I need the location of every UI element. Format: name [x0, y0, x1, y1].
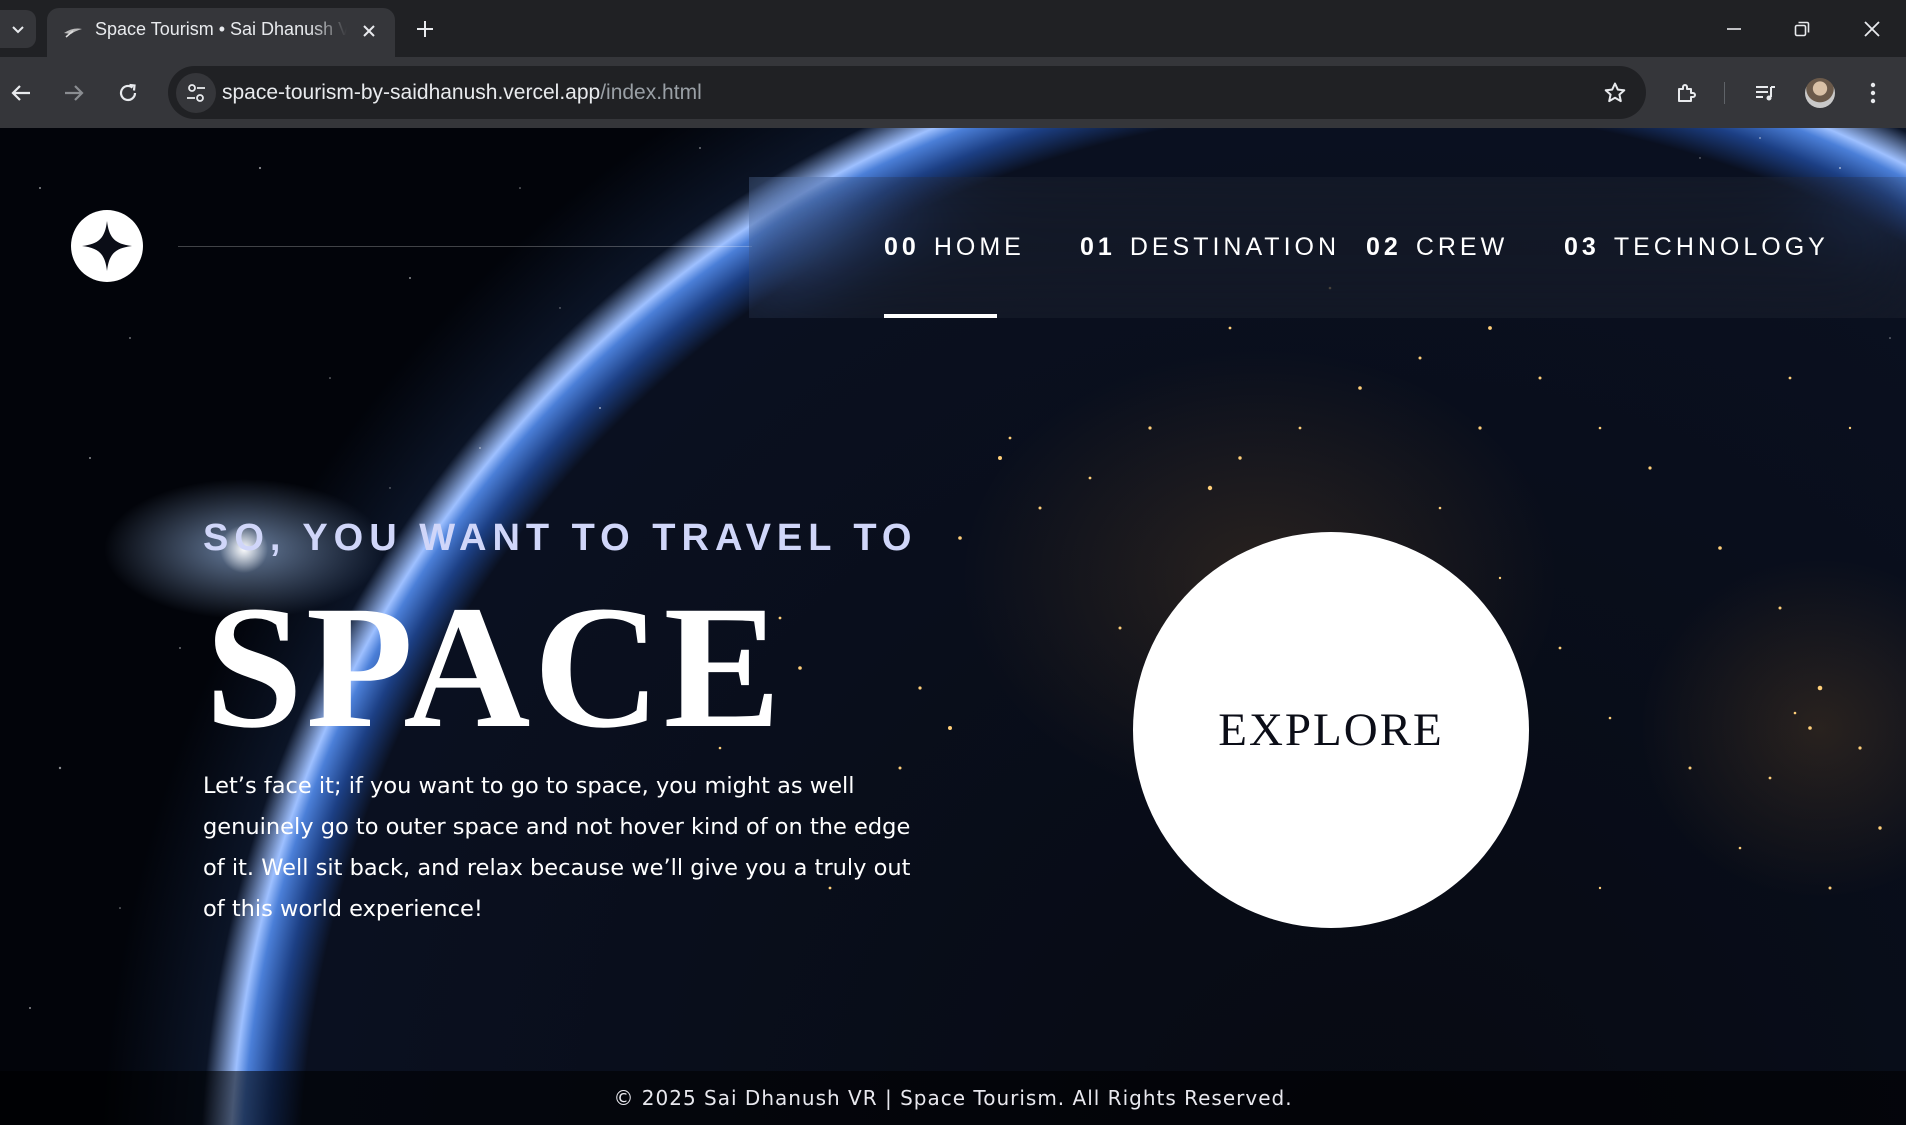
arrow-left-icon: [11, 85, 30, 101]
toolbar-separator: [1724, 82, 1725, 104]
nav-item-crew[interactable]: 02 CREW: [1366, 177, 1508, 318]
browser-tab-bar: Space Tourism • Sai Dhanush VR: [0, 0, 1906, 57]
bookmark-button[interactable]: [1600, 78, 1630, 108]
page-footer: © 2025 Sai Dhanush VR | Space Tourism. A…: [0, 1071, 1906, 1125]
nav-number: 03: [1564, 233, 1600, 261]
back-button[interactable]: [1, 73, 41, 113]
nav-number: 02: [1366, 233, 1402, 261]
nav-label: CREW: [1415, 233, 1509, 261]
nav-item-home[interactable]: 00 HOME: [884, 177, 1025, 318]
nav-label: HOME: [933, 233, 1025, 261]
url-path: /index.html: [600, 81, 702, 104]
url-text[interactable]: space-tourism-by-saidhanush.vercel.app/i…: [222, 66, 702, 119]
more-vert-icon: [1870, 82, 1876, 104]
restore-button[interactable]: [1768, 0, 1836, 57]
nav-number: 00: [884, 233, 920, 261]
reload-button[interactable]: [108, 73, 148, 113]
restore-icon: [1794, 21, 1810, 36]
reload-icon: [119, 83, 137, 102]
explore-button[interactable]: EXPLORE: [1133, 532, 1529, 928]
header-divider: [178, 246, 752, 247]
favicon-icon: [64, 28, 82, 38]
hero-description: Let’s face it; if you want to go to spac…: [203, 773, 911, 922]
close-icon: [363, 25, 375, 37]
primary-nav: 00 HOME 01 DESTINATION 02 CREW 03 TECHNO…: [749, 177, 1906, 318]
site-info-button[interactable]: [176, 73, 216, 113]
nav-number: 01: [1080, 233, 1116, 261]
tune-icon: [187, 84, 205, 102]
nav-item-destination[interactable]: 01 DESTINATION: [1080, 177, 1340, 318]
puzzle-icon: [1678, 84, 1696, 102]
star-icon: [1604, 82, 1626, 103]
tab-search-button[interactable]: [0, 10, 36, 48]
browser-tab[interactable]: Space Tourism • Sai Dhanush VR: [47, 8, 395, 57]
tab-close-button[interactable]: [357, 19, 381, 43]
close-window-button[interactable]: [1838, 0, 1906, 57]
url-host: space-tourism-by-saidhanush.vercel.app: [222, 81, 601, 104]
hero-eyebrow: SO, YOU WANT TO TRAVEL TO: [203, 517, 918, 559]
chevron-down-icon: [12, 26, 24, 34]
arrow-right-icon: [65, 85, 84, 101]
hero-title: SPACE: [205, 570, 784, 765]
browser-toolbar: space-tourism-by-saidhanush.vercel.app/i…: [0, 57, 1906, 128]
plus-icon: [417, 21, 433, 37]
profile-avatar[interactable]: [1805, 78, 1835, 108]
extensions-button[interactable]: [1667, 73, 1707, 113]
page-viewport: 00 HOME 01 DESTINATION 02 CREW 03 TECHNO…: [0, 128, 1906, 1125]
minimize-icon: [1727, 27, 1741, 30]
playlist-icon: [1756, 86, 1775, 101]
tab-title: Space Tourism • Sai Dhanush VR: [95, 19, 347, 39]
forward-button[interactable]: [54, 73, 94, 113]
new-tab-button[interactable]: [408, 12, 442, 46]
browser-menu-button[interactable]: [1853, 73, 1893, 113]
close-icon: [1864, 20, 1880, 37]
address-bar[interactable]: space-tourism-by-saidhanush.vercel.app/i…: [168, 66, 1646, 119]
footer-text: © 2025 Sai Dhanush VR | Space Tourism. A…: [613, 1086, 1293, 1110]
site-logo[interactable]: [71, 210, 143, 282]
minimize-button[interactable]: [1700, 0, 1768, 57]
nav-label: DESTINATION: [1129, 233, 1341, 261]
nav-label: TECHNOLOGY: [1613, 233, 1829, 261]
star-logo-icon: [82, 221, 132, 271]
media-control-button[interactable]: [1745, 73, 1785, 113]
nav-item-technology[interactable]: 03 TECHNOLOGY: [1564, 177, 1829, 318]
nav-active-indicator: [884, 314, 997, 318]
